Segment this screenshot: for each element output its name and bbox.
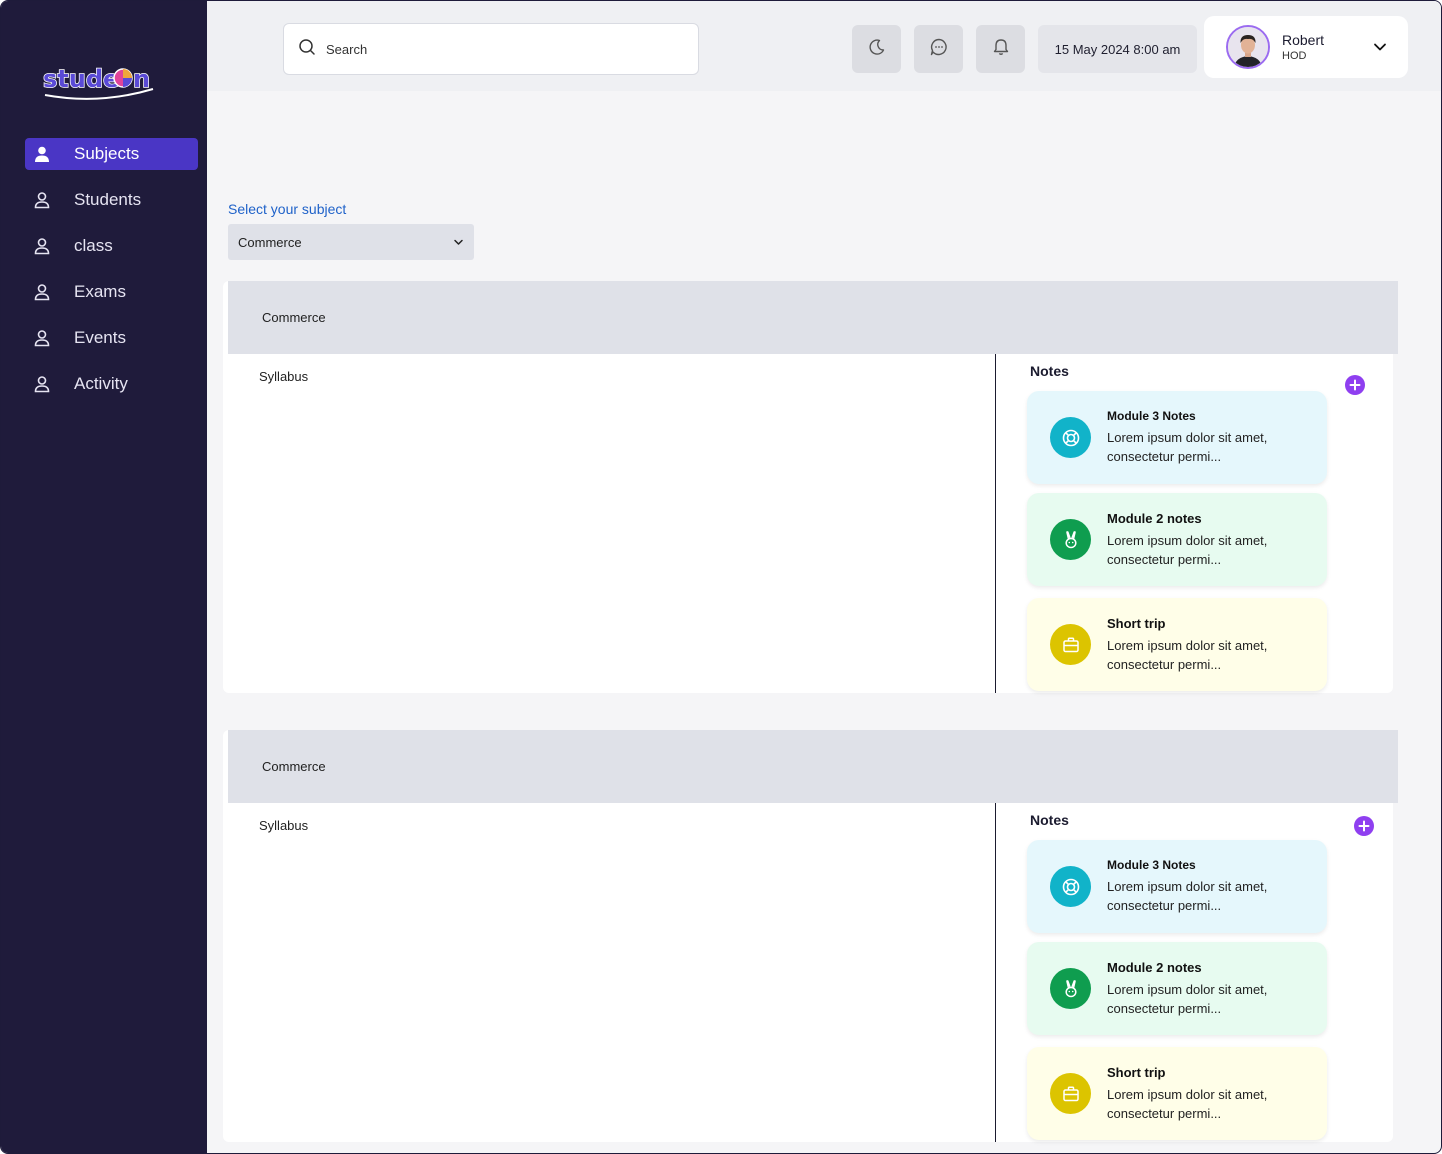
syllabus-label: Syllabus: [259, 369, 309, 384]
sidebar-item-label: class: [74, 236, 113, 255]
moon-icon: [867, 37, 887, 62]
lifebuoy-icon: [1050, 417, 1091, 458]
syllabus-label: Syllabus: [259, 818, 309, 833]
sidebar-item-label: Exams: [74, 282, 126, 301]
briefcase-icon: [1050, 624, 1091, 665]
note-description: consectetur permi...: [1107, 449, 1222, 464]
sidebar-item-events[interactable]: Events: [25, 322, 198, 354]
note-card[interactable]: Module 2 notes Lorem ipsum dolor sit ame…: [1027, 942, 1327, 1035]
note-description: consectetur permi...: [1107, 898, 1222, 913]
chevron-down-icon: [454, 239, 463, 245]
note-description: Lorem ipsum dolor sit amet,: [1107, 637, 1268, 653]
note-title: Module 3 Notes: [1107, 409, 1196, 423]
sidebar-nav: Subjects Students class Exams Events Act…: [25, 138, 198, 414]
selected-subject: Commerce: [238, 234, 302, 250]
sidebar-item-label: Events: [74, 328, 126, 347]
note-title: Module 2 notes: [1107, 959, 1202, 975]
sidebar-item-label: Students: [74, 190, 142, 209]
note-title: Short trip: [1107, 1064, 1166, 1080]
top-header: 15 May 2024 8:00 am Robert HOD: [207, 1, 1441, 91]
notifications-button[interactable]: [976, 25, 1025, 73]
briefcase-icon: [1050, 1073, 1091, 1114]
sidebar-item-exams[interactable]: Exams: [25, 276, 198, 308]
dark-mode-button[interactable]: [852, 25, 901, 73]
avatar: [1226, 25, 1270, 69]
current-datetime: 15 May 2024 8:00 am: [1038, 25, 1197, 73]
note-card[interactable]: Module 3 Notes Lorem ipsum dolor sit ame…: [1027, 391, 1327, 484]
sidebar-item-label: Activity: [74, 374, 128, 393]
app-frame: stude n Subjects Students class Exams Ev…: [0, 0, 1442, 1154]
note-description: Lorem ipsum dolor sit amet,: [1107, 430, 1268, 445]
messages-button[interactable]: [914, 25, 963, 73]
rabbit-icon: [1050, 968, 1091, 1009]
sidebar-item-activity[interactable]: Activity: [25, 368, 198, 400]
note-card[interactable]: Module 2 notes Lorem ipsum dolor sit ame…: [1027, 493, 1327, 586]
subject-panel: Commerce Syllabus Notes Module 3 Notes L…: [223, 281, 1398, 693]
note-card[interactable]: Short trip Lorem ipsum dolor sit amet, co…: [1027, 598, 1327, 691]
user-icon: [33, 237, 51, 255]
note-description: consectetur permi...: [1107, 1000, 1222, 1016]
note-description: Lorem ipsum dolor sit amet,: [1107, 879, 1268, 894]
sidebar-item-subjects[interactable]: Subjects: [25, 138, 198, 170]
note-description: consectetur permi...: [1107, 656, 1222, 672]
svg-text:stude: stude: [43, 65, 119, 93]
note-description: consectetur permi...: [1107, 551, 1222, 567]
user-role: HOD: [1282, 50, 1307, 62]
note-title: Short trip: [1107, 615, 1166, 631]
search-box[interactable]: [283, 23, 699, 75]
user-icon: [33, 191, 51, 209]
note-description: Lorem ipsum dolor sit amet,: [1107, 1086, 1268, 1102]
note-title: Module 2 notes: [1107, 510, 1202, 526]
notes-title: Notes: [1030, 812, 1069, 828]
user-icon: [33, 329, 51, 347]
svg-text:n: n: [133, 65, 150, 93]
note-card[interactable]: Module 3 Notes Lorem ipsum dolor sit ame…: [1027, 840, 1327, 933]
sidebar-item-students[interactable]: Students: [25, 184, 198, 216]
studeon-logo[interactable]: stude n: [41, 61, 157, 101]
rabbit-icon: [1050, 519, 1091, 560]
add-note-button[interactable]: [1345, 375, 1365, 395]
note-card[interactable]: Short trip Lorem ipsum dolor sit amet, co…: [1027, 1047, 1327, 1140]
sidebar-item-label: Subjects: [74, 144, 140, 163]
subject-panel: Commerce Syllabus Notes Module 3 Notes L…: [223, 730, 1398, 1142]
note-description: consectetur permi...: [1107, 1105, 1222, 1121]
user-icon: [33, 145, 51, 163]
divider: [995, 803, 996, 1142]
note-title: Module 3 Notes: [1107, 858, 1196, 872]
search-icon: [298, 38, 326, 61]
chat-icon: [929, 37, 949, 62]
user-name: Robert: [1282, 32, 1325, 48]
lifebuoy-icon: [1050, 866, 1091, 907]
search-input[interactable]: [326, 41, 686, 57]
panel-header: Commerce: [228, 281, 1398, 354]
plus-icon: [1358, 820, 1370, 832]
sidebar: stude n Subjects Students class Exams Ev…: [1, 1, 207, 1153]
panel-header: Commerce: [228, 730, 1398, 803]
note-description: Lorem ipsum dolor sit amet,: [1107, 981, 1268, 997]
user-icon: [33, 283, 51, 301]
add-note-button[interactable]: [1354, 816, 1374, 836]
sidebar-item-class[interactable]: class: [25, 230, 198, 262]
note-description: Lorem ipsum dolor sit amet,: [1107, 532, 1268, 548]
notes-title: Notes: [1030, 363, 1069, 379]
subject-select[interactable]: Commerce: [228, 224, 474, 260]
user-icon: [33, 375, 51, 393]
plus-icon: [1349, 379, 1361, 391]
user-profile-menu[interactable]: Robert HOD: [1204, 16, 1408, 78]
divider: [995, 354, 996, 693]
chevron-down-icon[interactable]: [1372, 39, 1388, 55]
bell-icon: [991, 37, 1011, 62]
select-subject-label: Select your subject: [228, 201, 347, 217]
